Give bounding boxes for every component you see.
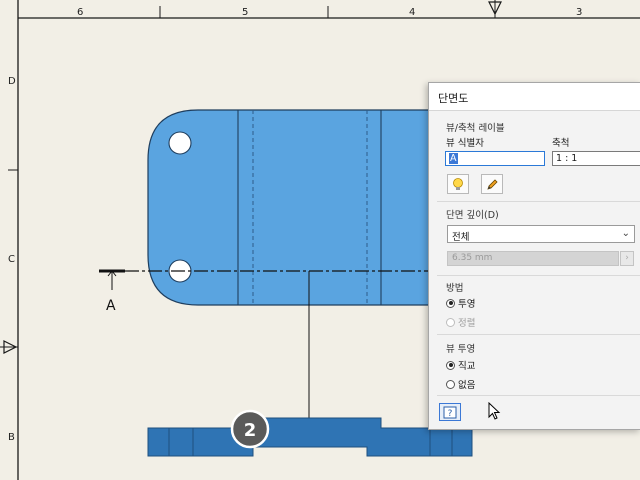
- edit-label-button[interactable]: [481, 174, 503, 194]
- projection-radio-none[interactable]: 없음: [446, 377, 475, 391]
- view-scale-section-label: 뷰/축척 레이블: [446, 123, 505, 134]
- section-view-dialog[interactable]: 단면도 뷰/축척 레이블 뷰 식별자 축척 A 1 : 1 단면 깊이(D) 전…: [428, 82, 640, 430]
- method-option-projected-label: 투영: [458, 299, 476, 310]
- separator: [437, 334, 640, 335]
- help-icon: ?: [443, 406, 457, 419]
- part-top-view[interactable]: [147, 109, 441, 306]
- section-depth-distance-field[interactable]: 6.35 mm: [447, 251, 619, 266]
- depth-spinner-arrow[interactable]: ›: [620, 251, 634, 266]
- projection-radio-orthographic[interactable]: 직교: [446, 358, 475, 372]
- method-option-aligned-label: 정렬: [458, 318, 476, 329]
- help-button[interactable]: ?: [439, 403, 461, 421]
- section-depth-mnemonic: (D): [483, 210, 499, 221]
- method-radio-projected[interactable]: 투영: [446, 296, 475, 310]
- section-depth-selected: 전체: [452, 232, 470, 243]
- section-depth-label-text: 단면 깊이: [446, 210, 484, 221]
- view-id-label: 뷰 식별자: [446, 138, 484, 149]
- ruler-col-label: 5: [242, 7, 248, 18]
- ruler-col-label: 6: [77, 7, 83, 18]
- separator: [437, 395, 640, 396]
- pencil-icon: [487, 179, 498, 190]
- chevron-down-icon: ⌄: [621, 228, 630, 239]
- separator: [437, 201, 640, 202]
- section-view-preview[interactable]: [147, 417, 473, 457]
- section-depth-label: 단면 깊이(D): [446, 207, 499, 221]
- separator: [437, 275, 640, 276]
- scale-input[interactable]: 1 : 1: [552, 151, 640, 166]
- ruler-col-label: 3: [576, 7, 582, 18]
- ruler-row-label: B: [8, 432, 15, 443]
- method-radio-aligned[interactable]: 정렬: [446, 315, 475, 329]
- ruler-row-label: D: [8, 76, 16, 87]
- radio-unselected-icon: [446, 379, 455, 389]
- scale-label: 축척: [552, 138, 570, 149]
- method-section-label: 방법: [446, 283, 464, 294]
- mouse-cursor-icon: [488, 402, 501, 420]
- dialog-title: 단면도: [438, 92, 469, 105]
- view-id-value: A: [449, 153, 458, 164]
- lightbulb-icon: [453, 178, 463, 190]
- view-id-input[interactable]: A: [445, 151, 545, 166]
- scale-value: 1 : 1: [556, 153, 578, 164]
- ruler-col-label: 4: [409, 7, 415, 18]
- section-label: A: [106, 298, 116, 314]
- ruler-row-label: C: [8, 254, 15, 265]
- svg-text:?: ?: [448, 409, 453, 419]
- projection-option-none-label: 없음: [458, 380, 476, 391]
- dialog-titlebar[interactable]: 단면도: [429, 83, 640, 111]
- step-callout-number: 2: [244, 420, 257, 441]
- section-depth-dropdown[interactable]: 전체 ⌄: [447, 225, 635, 243]
- projection-option-orthographic-label: 직교: [458, 361, 476, 372]
- toggle-label-visibility-button[interactable]: [447, 174, 469, 194]
- section-depth-distance-value: 6.35 mm: [452, 253, 493, 263]
- view-projection-section-label: 뷰 투영: [446, 344, 476, 355]
- radio-selected-icon: [446, 298, 455, 308]
- radio-unselected-icon: [446, 317, 455, 327]
- mounting-hole-top: [168, 131, 192, 155]
- radio-selected-icon: [446, 360, 455, 370]
